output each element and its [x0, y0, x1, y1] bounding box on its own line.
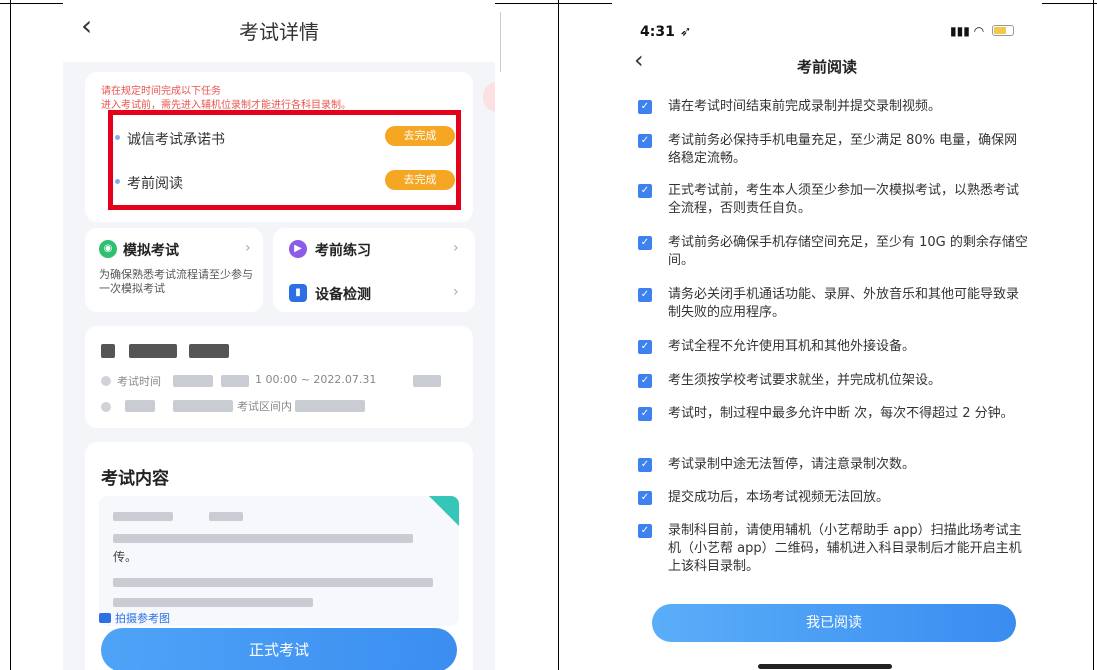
- checklist-text: 请在考试时间结束前完成录制并提交录制视频。: [668, 99, 942, 114]
- chevron-right-icon: ›: [245, 240, 251, 256]
- blurred-text: [173, 375, 213, 387]
- chevron-right-icon: ›: [453, 284, 459, 300]
- blurred-text: [209, 512, 243, 521]
- practice-title: 考前练习: [315, 243, 371, 259]
- highlight-box: [108, 110, 461, 210]
- location-arrow-icon: ➶: [679, 24, 692, 40]
- have-read-button[interactable]: 我已阅读: [652, 604, 1016, 642]
- checklist-text: 考试录制中途无法暂停，请注意录制次数。: [668, 457, 916, 472]
- checklist-text: 考生须按学校考试要求就坐，并完成机位架设。: [668, 373, 942, 388]
- checkbox-checked-icon[interactable]: ✓: [638, 134, 652, 148]
- blurred-text: [295, 400, 365, 412]
- status-time: 4:31 ➶: [640, 24, 692, 40]
- blurred-text: [173, 400, 233, 412]
- decoration-shape: [483, 82, 495, 112]
- checkbox-checked-icon[interactable]: ✓: [638, 340, 652, 354]
- shortcut-card: ▶ 考前练习 › ▮ 设备检测 ›: [273, 228, 475, 312]
- status-icons: ▮▮▮ ◠: [950, 24, 1014, 38]
- blurred-text: [125, 400, 155, 412]
- blurred-text: [129, 344, 177, 358]
- chevron-right-icon: ›: [453, 240, 459, 256]
- exam-zone-text: 考试区间内: [237, 400, 292, 413]
- checkbox-checked-icon[interactable]: ✓: [638, 288, 652, 302]
- device-check-title: 设备检测: [315, 287, 371, 303]
- wifi-icon: ◠: [973, 24, 985, 38]
- checklist-text: 考试前务必保持手机电量充足，至少满足 80% 电量，确保网络稳定流畅。: [668, 133, 1018, 166]
- divider-mark: [500, 12, 501, 72]
- battery-icon: [992, 25, 1014, 36]
- blurred-text: [113, 534, 413, 543]
- mock-exam-desc: 为确保熟悉考试流程请至少参与一次模拟考试: [99, 268, 253, 295]
- image-icon: [99, 613, 111, 623]
- checklist-text: 正式考试前，考生本人须至少参加一次模拟考试，以熟悉考试全流程，否则责任自负。: [668, 183, 1020, 216]
- start-exam-button[interactable]: 正式考试: [101, 628, 457, 670]
- content-title: 考试内容: [101, 469, 169, 489]
- blurred-text: [113, 598, 313, 607]
- play-icon: ▶: [289, 240, 307, 258]
- blurred-text: [113, 512, 173, 521]
- checklist-text: 提交成功后，本场考试视频无法回放。: [668, 490, 890, 505]
- checkbox-checked-icon[interactable]: ✓: [638, 524, 652, 538]
- corner-tag-icon: [429, 496, 459, 526]
- task-note: 请在规定时间完成以下任务: [101, 86, 221, 97]
- blurred-text: [221, 375, 249, 387]
- blurred-text: [113, 578, 433, 587]
- task-note-secondary: 进入考试前，需先进入辅机位录制才能进行各科目录制。: [101, 100, 351, 111]
- clock-icon: [101, 376, 111, 386]
- checklist-text: 考试前务必确保手机存储空间充足，至少有 10G 的剩余存储空间。: [668, 235, 1028, 268]
- exam-detail-screen: ‹ 考试详情 请在规定时间完成以下任务 进入考试前，需先进入辅机位录制才能进行各…: [63, 0, 495, 670]
- table-border-right: [1093, 0, 1094, 670]
- mock-exam-icon: ◉: [99, 240, 117, 258]
- home-indicator: [758, 664, 892, 669]
- content-box: 传。: [99, 496, 459, 626]
- checklist-text: 考试全程不允许使用耳机和其他外接设备。: [668, 339, 916, 354]
- exam-time-label: 考试时间: [117, 375, 161, 388]
- photo-reference-link[interactable]: 拍摄参考图: [99, 610, 170, 626]
- mock-exam-title: 模拟考试: [123, 243, 179, 259]
- table-border-left: [10, 0, 11, 670]
- checklist-text: 考试时，制过程中最多允许中断 次，每次不得超过 2 分钟。: [668, 406, 1014, 421]
- page-title: 考前阅读: [796, 58, 857, 76]
- exam-time-value: 1 00:00 ~ 2022.07.31: [255, 373, 377, 386]
- photo-link-label: 拍摄参考图: [115, 612, 170, 625]
- blurred-text: [189, 344, 229, 358]
- checklist-text: 请务必关闭手机通话功能、录屏、外放音乐和其他可能导致录制失败的应用程序。: [668, 287, 1020, 320]
- blurred-text: [413, 375, 441, 387]
- blurred-text: [101, 344, 115, 358]
- exam-info-card: 考试时间 1 00:00 ~ 2022.07.31 考试区间内: [85, 326, 473, 428]
- table-border-middle: [558, 0, 559, 670]
- mock-exam-card[interactable]: ◉ 模拟考试 › 为确保熟悉考试流程请至少参与一次模拟考试: [85, 228, 263, 312]
- checkbox-checked-icon[interactable]: ✓: [638, 374, 652, 388]
- signal-icon: ▮▮▮: [950, 24, 970, 38]
- checkbox-checked-icon[interactable]: ✓: [638, 407, 652, 421]
- checkbox-checked-icon[interactable]: ✓: [638, 100, 652, 114]
- checkbox-checked-icon[interactable]: ✓: [638, 236, 652, 250]
- content-line: 传。: [113, 550, 138, 564]
- device-icon: ▮: [289, 284, 307, 302]
- checkbox-checked-icon[interactable]: ✓: [638, 184, 652, 198]
- checkbox-checked-icon[interactable]: ✓: [638, 491, 652, 505]
- location-icon: [101, 402, 111, 412]
- checkbox-checked-icon[interactable]: ✓: [638, 458, 652, 472]
- pre-exam-reading-screen: 4:31 ➶ ▮▮▮ ◠ ‹ 考前阅读 ✓ 请在考试时间结束前完成录制并提交录制…: [612, 0, 1042, 670]
- checklist-text: 录制科目前，请使用辅机（小艺帮助手 app）扫描此场考试主机（小艺帮 app）二…: [668, 523, 1022, 574]
- header-bar: ‹ 考试详情: [63, 0, 495, 62]
- page-title: 考试详情: [239, 20, 319, 44]
